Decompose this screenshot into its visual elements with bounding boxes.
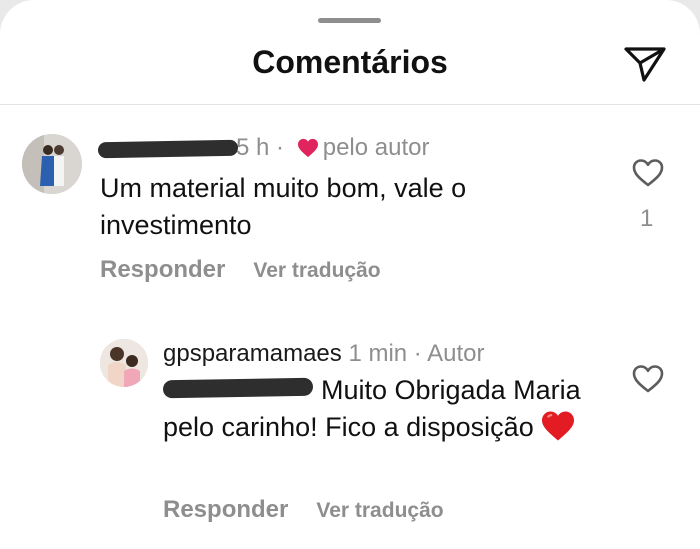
avatar[interactable] [100,339,148,387]
heart-outline-icon [632,159,664,187]
comment-actions: Responder Ver tradução [100,256,381,284]
heart-filled-icon [297,137,319,165]
avatar-photo [22,134,82,194]
translate-button[interactable]: Ver tradução [253,259,380,282]
page-title: Comentários [252,44,448,80]
liked-by-author-label: pelo autor [322,134,430,161]
translate-button[interactable]: Ver tradução [316,499,443,522]
avatar[interactable] [22,134,82,194]
like-button[interactable] [631,364,665,394]
red-heart-emoji [540,410,576,452]
comment-meta: gpsparamamaes 1 min · Autor [163,340,485,368]
like-count: 1 [640,205,654,232]
meta-separator: · [276,134,285,161]
reply-button[interactable]: Responder [163,496,288,523]
reply-button[interactable]: Responder [100,256,225,283]
drag-handle[interactable] [318,18,381,23]
meta-separator: · [413,340,422,367]
comment-username[interactable]: gpsparamamaes [163,340,342,367]
header-divider [0,104,700,105]
redaction-mark [97,139,239,159]
avatar-photo [100,339,148,387]
comment-time: 1 min [348,340,408,367]
heart-outline-icon [632,365,664,393]
comment-text: Um material muito bom, vale o investimen… [100,173,467,240]
share-button[interactable] [622,44,668,84]
redaction-mark [162,377,314,399]
comments-sheet: Comentários 5 h · pelo autor Um material… [0,0,700,549]
share-icon [624,47,666,82]
comment-actions: Responder Ver tradução [163,496,444,524]
like-button[interactable] [631,158,665,188]
comment-time: 5 h [236,134,270,161]
author-badge: Autor [427,340,485,367]
